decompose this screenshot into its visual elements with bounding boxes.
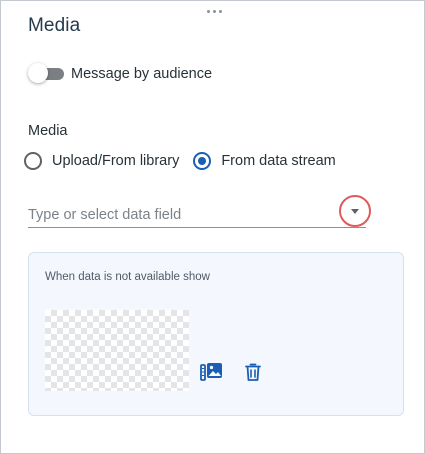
fallback-image-placeholder — [45, 310, 189, 391]
media-library-icon — [200, 363, 222, 381]
fallback-label: When data is not available show — [45, 271, 210, 283]
trash-icon — [245, 363, 261, 381]
delete-button[interactable] — [240, 359, 266, 385]
media-section-label: Media — [28, 123, 68, 139]
radio-label: Upload/From library — [52, 153, 180, 169]
data-field-input[interactable] — [28, 205, 328, 225]
data-field-select[interactable] — [28, 195, 371, 228]
media-source-radio-group: Upload/From library From data stream — [24, 151, 336, 171]
toggle-label: Message by audience — [71, 66, 213, 82]
data-field-dropdown-button[interactable] — [339, 195, 371, 227]
radio-upload-from-library[interactable]: Upload/From library — [24, 152, 179, 170]
fallback-media-box: When data is not available show — [28, 252, 404, 416]
radio-from-data-stream[interactable]: From data stream — [193, 152, 336, 170]
media-panel: Media Message by audience Media Upload/F… — [0, 0, 425, 454]
radio-circle — [193, 152, 212, 170]
message-by-audience-toggle[interactable] — [28, 63, 64, 85]
media-library-button[interactable] — [199, 359, 225, 385]
panel-title: Media — [28, 15, 81, 36]
message-by-audience-row: Message by audience — [28, 63, 212, 85]
radio-label: From data stream — [221, 153, 336, 169]
drag-handle-icon[interactable] — [204, 7, 224, 15]
toggle-knob — [28, 63, 48, 83]
radio-circle — [24, 152, 42, 170]
chevron-down-icon — [351, 208, 359, 214]
